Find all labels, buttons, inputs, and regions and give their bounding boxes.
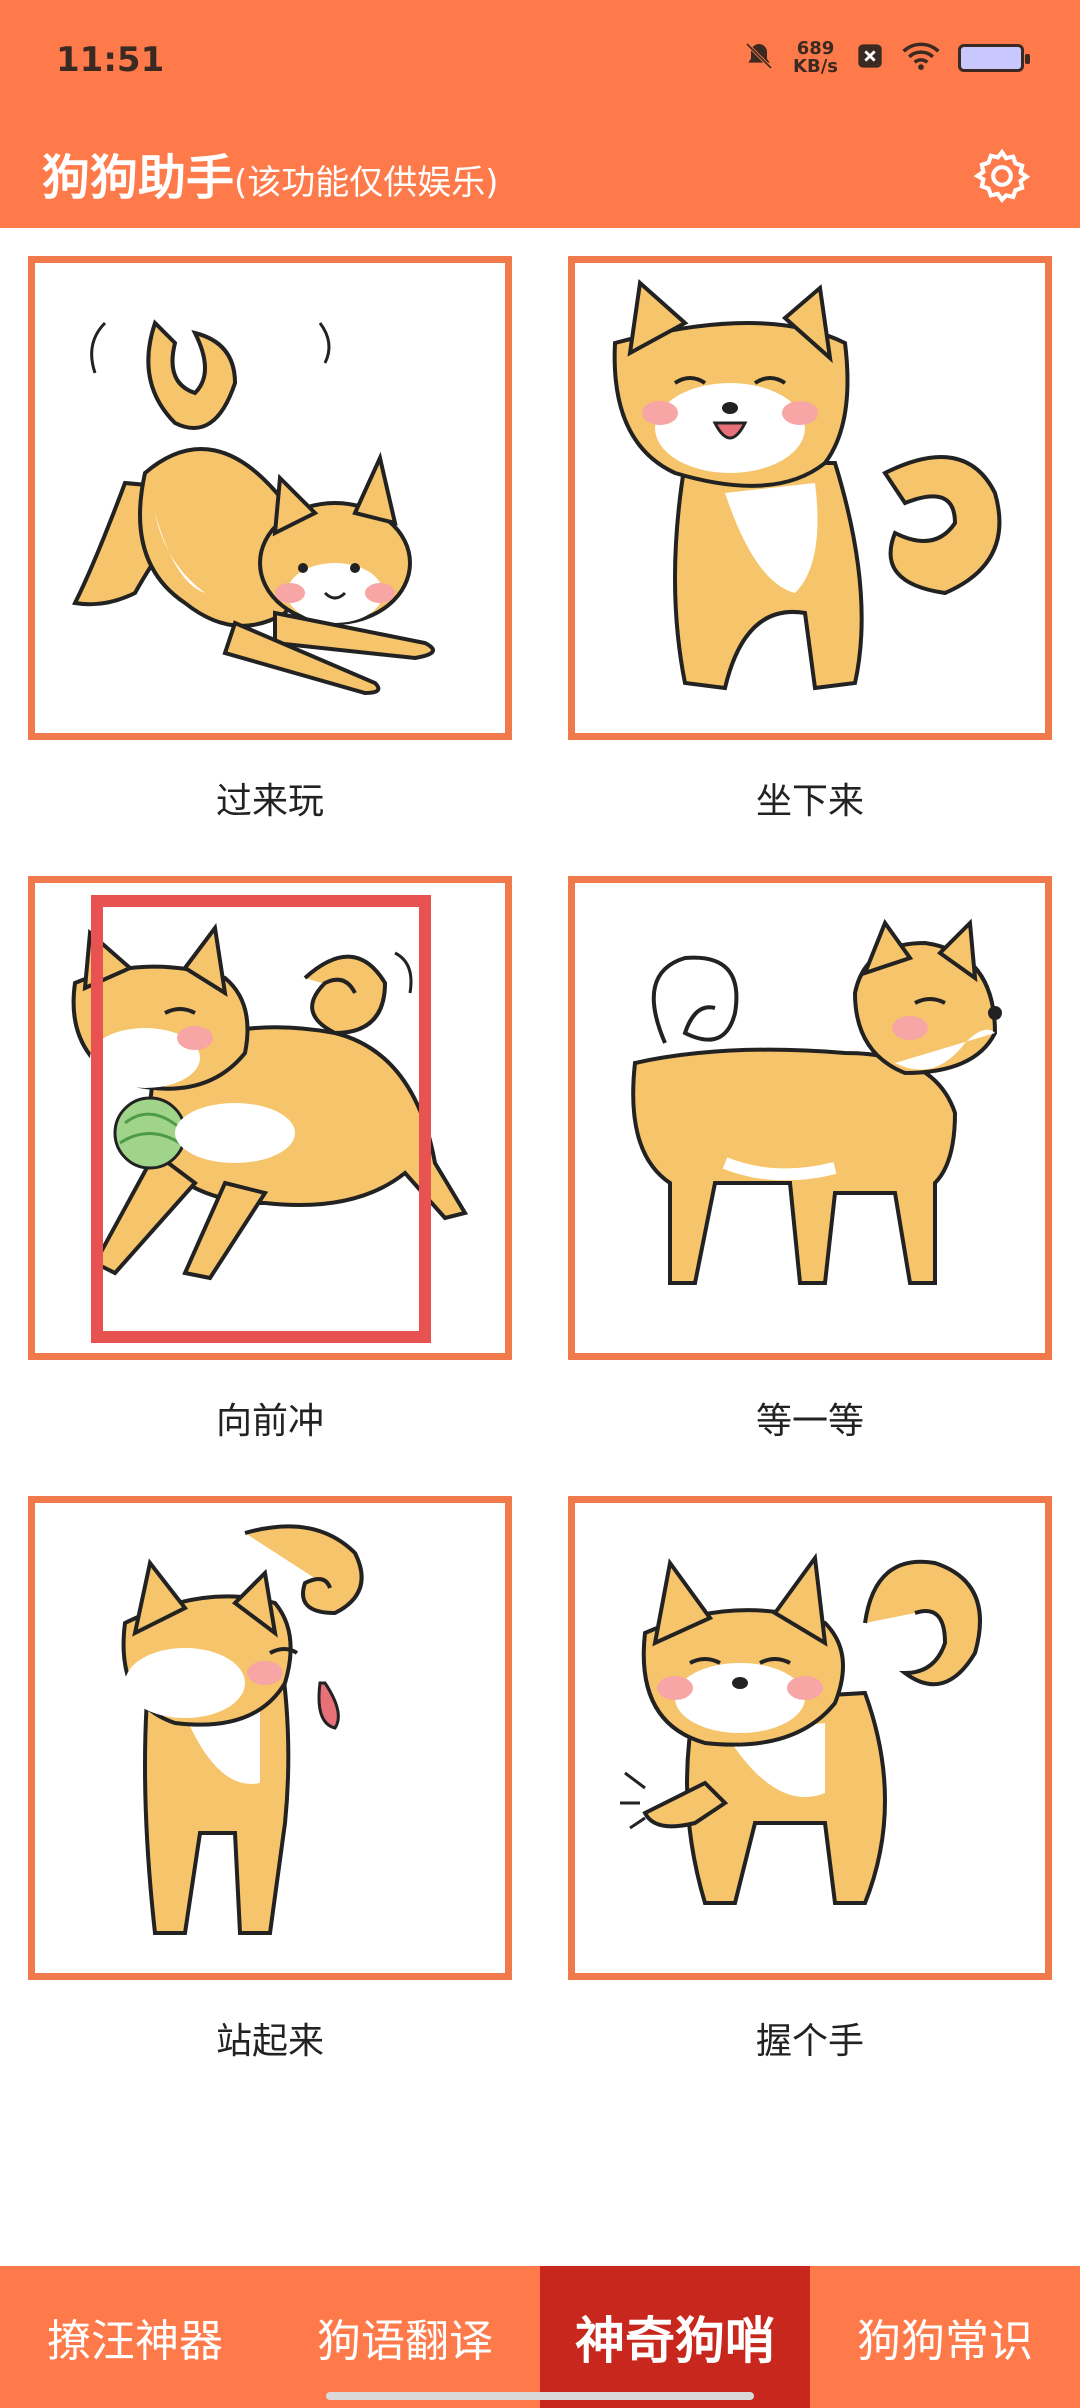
command-card-stand-up[interactable]	[28, 1496, 512, 1980]
wifi-icon	[902, 41, 940, 75]
command-label-come-play: 过来玩	[215, 781, 324, 822]
dog-play-bow-image	[71, 319, 435, 696]
command-card-wait[interactable]	[568, 876, 1052, 1360]
command-label-wait: 等一等	[755, 1401, 864, 1442]
notification-x-icon	[856, 42, 884, 74]
command-card-shake-hand[interactable]	[568, 1496, 1052, 1980]
status-icons: 689 KB/s	[743, 40, 1030, 76]
status-time: 11:51	[56, 40, 165, 80]
selection-highlight	[91, 895, 431, 1343]
command-card-come-play[interactable]	[28, 256, 512, 740]
bottom-tab-bar: 撩汪神器 狗语翻译 神奇狗哨 狗狗常识	[0, 2266, 1080, 2408]
command-card-sit-down[interactable]	[568, 256, 1052, 740]
app-title-text: 狗狗助手	[42, 150, 235, 206]
tab-dog-translator[interactable]: 狗语翻译	[270, 2266, 540, 2408]
tab-dog-knowledge[interactable]: 狗狗常识	[810, 2266, 1080, 2408]
command-card-dash-forward[interactable]	[28, 876, 512, 1360]
command-label-stand-up: 站起来	[215, 2021, 324, 2062]
command-label-shake-hand: 握个手	[755, 2021, 864, 2062]
dog-standing-front-image	[121, 1524, 364, 1935]
tab-dog-teaser[interactable]: 撩汪神器	[0, 2266, 270, 2408]
settings-button[interactable]	[962, 136, 1042, 216]
mute-bell-icon	[743, 40, 775, 76]
dog-shake-paw-image	[620, 1552, 982, 1905]
network-speed-unit: KB/s	[793, 56, 838, 77]
app-bar: 狗狗助手(该功能仅供娱乐)	[0, 130, 1080, 228]
status-bar: 11:51 689 KB/s	[0, 0, 1080, 130]
app-subtitle: (该功能仅供娱乐)	[234, 163, 499, 203]
battery-icon	[958, 44, 1030, 72]
gear-icon	[973, 148, 1031, 204]
network-speed: 689 KB/s	[793, 40, 838, 76]
command-label-sit-down: 坐下来	[755, 781, 864, 822]
dog-sitting-image	[612, 279, 1002, 691]
app-title: 狗狗助手(该功能仅供娱乐)	[42, 138, 499, 208]
dog-standing-side-image	[631, 918, 1002, 1285]
home-indicator[interactable]	[326, 2392, 754, 2400]
command-label-dash-forward: 向前冲	[215, 1401, 324, 1442]
tab-magic-whistle[interactable]: 神奇狗哨	[540, 2266, 810, 2408]
